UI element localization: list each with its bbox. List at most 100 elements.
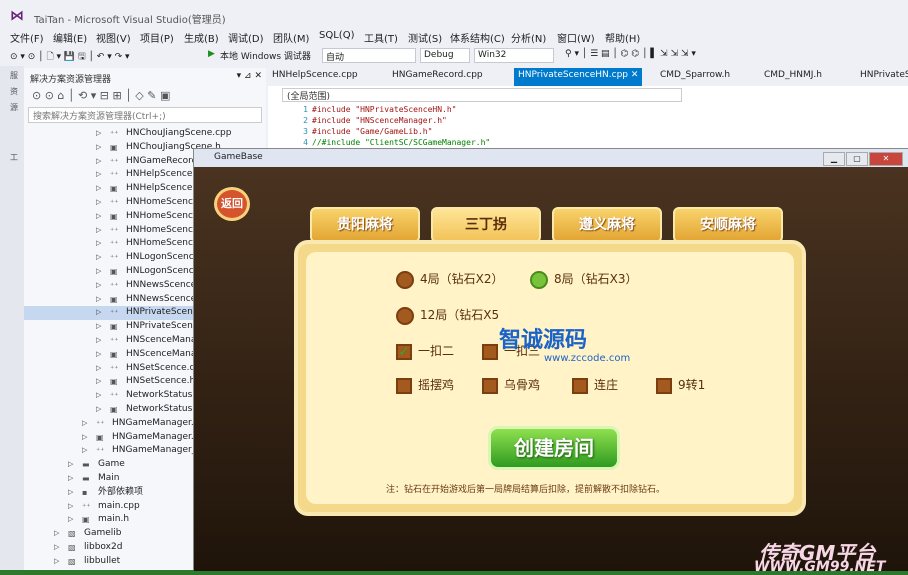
tab-sandingguai[interactable]: 三丁拐 xyxy=(431,207,541,243)
expand-arrow-icon[interactable]: ▷ xyxy=(96,237,104,251)
tab-anshun[interactable]: 安顺麻将 xyxy=(673,207,783,243)
expand-arrow-icon[interactable]: ▷ xyxy=(96,265,104,279)
menu-file[interactable]: 文件(F) xyxy=(10,30,44,45)
back-button[interactable]: 返回 xyxy=(214,187,250,221)
menu-build[interactable]: 生成(B) xyxy=(184,30,219,45)
menu-edit[interactable]: 编辑(E) xyxy=(53,30,87,45)
toolbar-extra-icon[interactable]: ⚲ ▾ │ ☰ ▤ │ ⌬ ⌬ │ ▌ ⇲ ⇲ ⇲ ▾ xyxy=(565,49,696,59)
menu-sql[interactable]: SQL(Q) xyxy=(319,30,354,41)
tree-item[interactable]: ▷ ⁺⁺ HNChouJiangScene.cpp xyxy=(24,127,266,141)
data-source-icon[interactable]: 资 xyxy=(10,86,18,97)
watermark-zccode: 智诚源码 xyxy=(499,328,588,353)
tab-sparrow[interactable]: CMD_Sparrow.h xyxy=(660,70,730,80)
menu-bar: 文件(F) 编辑(E) 视图(V) 项目(P) 生成(B) 调试(D) 团队(M… xyxy=(0,28,908,46)
tab-privates[interactable]: HNPrivateS xyxy=(860,70,908,80)
expand-arrow-icon[interactable]: ▷ xyxy=(96,320,104,334)
create-room-button[interactable]: 创建房间 xyxy=(488,426,620,470)
expand-arrow-icon[interactable]: ▷ xyxy=(96,334,104,348)
check-lianzhuang[interactable]: 连庄 xyxy=(572,376,618,394)
file-icon: ▣ xyxy=(110,184,118,194)
expand-arrow-icon[interactable]: ▷ xyxy=(96,348,104,362)
code-area[interactable]: 1 #include "HNPrivateScenceHN.h" 2 #includ… xyxy=(288,104,490,148)
expand-arrow-icon[interactable]: ▷ xyxy=(96,224,104,238)
tab-privatescence[interactable]: HNPrivateScenceHN.cpp ✕ xyxy=(514,68,643,86)
solution-explorer-title: 解决方案资源管理器 xyxy=(30,75,112,85)
debugger-select[interactable]: 本地 Windows 调试器 xyxy=(220,49,311,62)
menu-architecture[interactable]: 体系结构(C) xyxy=(450,30,505,45)
expand-arrow-icon[interactable]: ▷ xyxy=(68,472,76,486)
menu-test[interactable]: 测试(S) xyxy=(408,30,442,45)
round-12-option[interactable]: 12局（钻石X5 xyxy=(396,306,499,325)
tree-item-label: NetworkStatus.h xyxy=(126,403,201,414)
close-icon[interactable]: ✕ xyxy=(869,152,903,166)
expand-arrow-icon[interactable]: ▷ xyxy=(96,389,104,403)
tab-guiyang[interactable]: 贵阳麻将 xyxy=(310,207,420,243)
expand-arrow-icon[interactable]: ▷ xyxy=(68,486,76,500)
expand-arrow-icon[interactable]: ▷ xyxy=(68,458,76,472)
expand-arrow-icon[interactable]: ▷ xyxy=(68,500,76,514)
menu-help[interactable]: 帮助(H) xyxy=(605,30,640,45)
expand-arrow-icon[interactable]: ▷ xyxy=(96,141,104,155)
tree-item-label: Gamelib xyxy=(84,528,122,539)
check-yaobaiji[interactable]: 摇摆鸡 xyxy=(396,376,454,394)
menu-project[interactable]: 项目(P) xyxy=(140,30,174,45)
menu-team[interactable]: 团队(M) xyxy=(273,30,309,45)
toolbox-tab-icon[interactable]: 工 xyxy=(10,152,18,163)
check-yikouer[interactable]: ✓ 一扣二 xyxy=(396,342,454,360)
tree-item-label: main.cpp xyxy=(98,500,140,511)
expand-arrow-icon[interactable]: ▷ xyxy=(96,251,104,265)
file-icon: ⁺⁺ xyxy=(110,156,119,166)
solution-tools[interactable]: ⊙ ⊙ ⌂ │ ⟲ ▾ ⊟ ⊞ │ ◇ ✎ ▣ xyxy=(24,86,266,106)
tab-hnmj[interactable]: CMD_HNMJ.h xyxy=(764,70,822,80)
round-8-option[interactable]: 8局（钻石X3） xyxy=(530,270,638,289)
menu-tools[interactable]: 工具(T) xyxy=(364,30,398,45)
toolbox-icon[interactable]: 源 xyxy=(10,102,18,113)
checkbox-icon xyxy=(482,343,498,360)
expand-arrow-icon[interactable]: ▷ xyxy=(54,555,62,569)
expand-arrow-icon[interactable]: ▷ xyxy=(96,279,104,293)
server-explorer-icon[interactable]: 服 xyxy=(10,70,18,81)
expand-arrow-icon[interactable]: ▷ xyxy=(96,182,104,196)
expand-arrow-icon[interactable]: ▷ xyxy=(96,306,104,320)
expand-arrow-icon[interactable]: ▷ xyxy=(96,210,104,224)
expand-arrow-icon[interactable]: ▷ xyxy=(96,293,104,307)
expand-arrow-icon[interactable]: ▷ xyxy=(96,375,104,389)
expand-arrow-icon[interactable]: ▷ xyxy=(96,127,104,141)
expand-arrow-icon[interactable]: ▷ xyxy=(96,362,104,376)
check-9zhuan1[interactable]: 9转1 xyxy=(656,376,705,394)
expand-arrow-icon[interactable]: ▷ xyxy=(68,513,76,527)
expand-arrow-icon[interactable]: ▷ xyxy=(82,444,90,458)
platform-select[interactable]: Win32 xyxy=(474,48,554,63)
panel-close-icon[interactable]: ▾ ⊿ ✕ xyxy=(237,71,262,81)
file-icon: ▣ xyxy=(82,515,90,525)
start-debug-icon[interactable]: ▶ xyxy=(208,49,215,59)
tab-gamerecord[interactable]: HNGameRecord.cpp xyxy=(392,70,483,80)
expand-arrow-icon[interactable]: ▷ xyxy=(96,403,104,417)
expand-arrow-icon[interactable]: ▷ xyxy=(96,168,104,182)
tab-zunyi[interactable]: 遵义麻将 xyxy=(552,207,662,243)
expand-arrow-icon[interactable]: ▷ xyxy=(82,431,90,445)
attach-select[interactable]: 自动 xyxy=(322,48,416,63)
menu-window[interactable]: 窗口(W) xyxy=(557,30,595,45)
expand-arrow-icon[interactable]: ▷ xyxy=(96,155,104,169)
menu-view[interactable]: 视图(V) xyxy=(96,30,131,45)
check-wuguji[interactable]: 乌骨鸡 xyxy=(482,376,540,394)
tab-helpscence[interactable]: HNHelpScence.cpp xyxy=(272,70,358,80)
file-icon: ▣ xyxy=(96,432,104,442)
minimize-icon[interactable]: ▁ xyxy=(823,152,845,166)
maximize-icon[interactable]: ▢ xyxy=(846,152,868,166)
expand-arrow-icon[interactable]: ▷ xyxy=(54,541,62,555)
expand-arrow-icon[interactable]: ▷ xyxy=(54,527,62,541)
tree-item-label: HNSetScence.h xyxy=(126,376,196,387)
menu-analyze[interactable]: 分析(N) xyxy=(511,30,546,45)
tab-label: HNPrivateScenceHN.cpp xyxy=(518,70,628,80)
menu-debug[interactable]: 调试(D) xyxy=(228,30,264,45)
expand-arrow-icon[interactable]: ▷ xyxy=(82,417,90,431)
expand-arrow-icon[interactable]: ▷ xyxy=(96,196,104,210)
scope-select[interactable]: (全局范围) xyxy=(282,88,682,102)
nav-back-icon[interactable]: ⊙ ▾ ⊙ │ 🗋 ▾ 💾 🖫 │ ↶ ▾ ↷ ▾ xyxy=(10,49,130,65)
round-4-option[interactable]: 4局（钻石X2） xyxy=(396,270,504,289)
config-select[interactable]: Debug xyxy=(420,48,470,63)
tree-item-label: HNHelpScence.h xyxy=(126,183,201,194)
solution-search-input[interactable]: 搜索解决方案资源管理器(Ctrl+;) xyxy=(28,107,262,123)
